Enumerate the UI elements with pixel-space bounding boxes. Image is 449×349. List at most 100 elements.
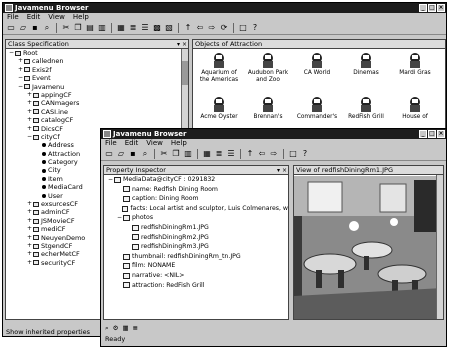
object-icon-tile[interactable]: CA World (295, 52, 339, 77)
up-icon[interactable]: ↑ (183, 23, 193, 33)
tree-node[interactable]: − Event (8, 74, 188, 82)
up-icon[interactable]: ↑ (245, 149, 255, 159)
property-row[interactable]: attraction: RedFish Grill (107, 281, 288, 291)
details-icon[interactable]: ☰ (226, 149, 236, 159)
collapse-icon[interactable]: − (107, 175, 114, 185)
object-icon-tile[interactable]: Aquarium of the Americas (197, 52, 241, 83)
cut-icon[interactable]: ✂ (61, 23, 71, 33)
property-row[interactable]: thumbnail: redfishDiningRm_tn.JPG (107, 252, 288, 262)
property-row[interactable]: − MediaData@cityCF : 0291832 (107, 175, 288, 185)
expand-icon[interactable]: + (26, 116, 33, 124)
expand-icon[interactable]: + (26, 108, 33, 116)
menu-view[interactable]: View (48, 13, 65, 22)
list-icon[interactable]: ≣ (133, 324, 138, 333)
copy-icon[interactable]: ❐ (73, 23, 83, 33)
menu-file[interactable]: File (7, 13, 19, 22)
scrollbar-thumb[interactable] (182, 61, 188, 85)
object-icon-tile[interactable]: Mardi Gras (393, 52, 437, 77)
tree-node[interactable]: − Root (8, 49, 188, 57)
expand-icon[interactable]: + (26, 217, 33, 225)
maximize-icon[interactable]: □ (428, 130, 436, 138)
front-window-titlebar[interactable]: Javamenu Browser _ □ × (101, 129, 446, 139)
expand-icon[interactable]: + (26, 250, 33, 258)
save-icon[interactable]: ▪ (128, 149, 138, 159)
back-arrow-icon[interactable]: ⇦ (257, 149, 267, 159)
copy-icon[interactable]: ❐ (171, 149, 181, 159)
property-row[interactable]: − photos (107, 213, 288, 223)
expand-icon[interactable]: + (26, 234, 33, 242)
save-icon[interactable]: ▪ (30, 23, 40, 33)
property-row[interactable]: redfishDiningRm2.JPG (107, 233, 288, 243)
object-icon-tile[interactable]: Acme Oyster (197, 96, 241, 121)
collapse-icon[interactable]: − (17, 83, 24, 91)
forward-arrow-icon[interactable]: ⇨ (207, 23, 217, 33)
object-icon-tile[interactable]: RedFish Grill (344, 96, 388, 121)
property-row[interactable]: name: Redfish Dining Room (107, 185, 288, 195)
print-icon[interactable]: ▥ (183, 149, 193, 159)
settings-icon[interactable]: ⚙ (113, 324, 119, 333)
menu-file[interactable]: File (105, 139, 117, 148)
list-icon[interactable]: ≣ (214, 149, 224, 159)
tree-node[interactable]: − Javamenu (8, 83, 188, 91)
expand-icon[interactable]: + (17, 57, 24, 65)
refresh-icon[interactable]: ⟳ (219, 23, 229, 33)
expand-icon[interactable]: + (26, 242, 33, 250)
property-row[interactable]: redfishDiningRm3.JPG (107, 242, 288, 252)
back-arrow-icon[interactable]: ⇦ (195, 23, 205, 33)
close-icon[interactable]: × (437, 130, 445, 138)
tree-node[interactable]: + catalogCF (8, 116, 188, 124)
open-folder-icon[interactable]: ▱ (116, 149, 126, 159)
forward-arrow-icon[interactable]: ⇨ (269, 149, 279, 159)
pane-close-icon[interactable]: ▾ × (277, 166, 287, 175)
menu-help[interactable]: Help (73, 13, 89, 22)
expand-icon[interactable]: + (26, 91, 33, 99)
menu-help[interactable]: Help (171, 139, 187, 148)
object-icon-tile[interactable]: Audubon Park and Zoo (246, 52, 290, 83)
object-icon-tile[interactable]: Commander's (295, 96, 339, 121)
tree-node[interactable]: + appingCF (8, 91, 188, 99)
tree-node[interactable]: + CANmagers (8, 99, 188, 107)
tree-node[interactable]: + Exis2f (8, 66, 188, 74)
grid-icon[interactable]: ▦ (116, 23, 126, 33)
tiles-icon[interactable]: ▩ (152, 23, 162, 33)
pane-close-icon[interactable]: ▾ × (177, 40, 187, 49)
grid-icon[interactable]: ▦ (202, 149, 212, 159)
expand-icon[interactable]: + (26, 200, 33, 208)
property-row[interactable]: caption: Dining Room (107, 194, 288, 204)
expand-icon[interactable]: + (26, 125, 33, 133)
grid-icon[interactable]: ▦ (122, 324, 128, 333)
new-file-icon[interactable]: ▭ (104, 149, 114, 159)
collapse-icon[interactable]: − (8, 49, 15, 57)
menu-edit[interactable]: Edit (27, 13, 41, 22)
tree-node[interactable]: + CASI.ine (8, 108, 188, 116)
minimize-icon[interactable]: _ (419, 4, 427, 12)
collapse-icon[interactable]: − (26, 133, 33, 141)
property-row[interactable]: facts: Local artist and sculptor, Luis C… (107, 204, 288, 214)
back-window-titlebar[interactable]: Javamenu Browser _ □ × (3, 3, 446, 13)
new-file-icon[interactable]: ▭ (6, 23, 16, 33)
window-icon[interactable]: □ (288, 149, 298, 159)
search-icon[interactable]: ⌕ (140, 149, 150, 159)
help-icon[interactable]: ? (250, 23, 260, 33)
menu-view[interactable]: View (146, 139, 163, 148)
property-row[interactable]: redfishDiningRm1.JPG (107, 223, 288, 233)
minimize-icon[interactable]: _ (419, 130, 427, 138)
object-icon-tile[interactable]: House of (393, 96, 437, 121)
view-icon[interactable]: ▧ (164, 23, 174, 33)
tree-node[interactable]: + callednen (8, 57, 188, 65)
object-icon-tile[interactable]: Dinemas (344, 52, 388, 77)
print-icon[interactable]: ▥ (97, 23, 107, 33)
expand-icon[interactable]: + (17, 66, 24, 74)
expand-icon[interactable]: + (26, 259, 33, 267)
collapse-icon[interactable]: − (17, 74, 24, 82)
zoom-icon[interactable]: ⌕ (105, 324, 109, 333)
close-icon[interactable]: × (437, 4, 445, 12)
menu-edit[interactable]: Edit (125, 139, 139, 148)
list-icon[interactable]: ≣ (128, 23, 138, 33)
open-folder-icon[interactable]: ▱ (18, 23, 28, 33)
search-icon[interactable]: ⌕ (42, 23, 52, 33)
window-icon[interactable]: □ (238, 23, 248, 33)
expand-icon[interactable]: + (26, 208, 33, 216)
expand-icon[interactable]: + (26, 225, 33, 233)
object-icon-tile[interactable]: Brennan's (246, 96, 290, 121)
